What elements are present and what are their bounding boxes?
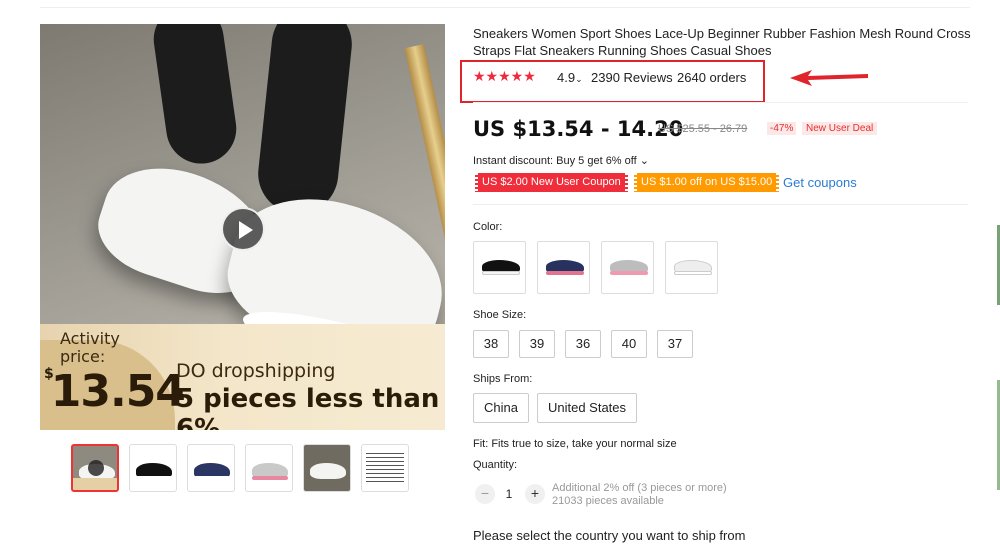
fit-info: Fit: Fits true to size, take your normal… bbox=[473, 438, 677, 450]
get-coupons-link[interactable]: Get coupons bbox=[783, 175, 857, 190]
thumbnail-size-chart[interactable] bbox=[361, 444, 409, 492]
price-range: US $13.54 - 14.20 bbox=[473, 117, 684, 141]
divider bbox=[473, 102, 968, 103]
promo-line-1: DO dropshipping bbox=[176, 360, 336, 382]
color-swatch-sole bbox=[674, 271, 712, 275]
red-arrow-icon bbox=[790, 70, 868, 86]
star-rating-icon[interactable]: ★★★★★ bbox=[473, 68, 536, 85]
play-icon[interactable] bbox=[221, 207, 265, 251]
chevron-down-icon: ⌄ bbox=[575, 74, 583, 84]
quantity-value[interactable]: 1 bbox=[503, 487, 515, 501]
thumbnail-sole bbox=[194, 476, 230, 480]
size-option[interactable]: 38 bbox=[473, 330, 509, 358]
original-price: US $25.55 - 26.79 bbox=[658, 123, 748, 135]
activity-price: $13.54 bbox=[44, 366, 186, 417]
quantity-increase-button[interactable]: + bbox=[525, 484, 545, 504]
rating-number: 4.9 bbox=[557, 70, 576, 85]
activity-label: Activity price: bbox=[60, 329, 120, 366]
color-swatch-sole bbox=[610, 271, 648, 275]
ships-from-china[interactable]: China bbox=[473, 393, 529, 423]
thumbnail-shoe bbox=[310, 463, 346, 479]
ship-country-message: Please select the country you want to sh… bbox=[473, 528, 746, 543]
size-option[interactable]: 40 bbox=[611, 330, 647, 358]
new-user-coupon[interactable]: US $2.00 New User Coupon bbox=[475, 173, 628, 192]
shoe-size-label: Shoe Size: bbox=[473, 309, 527, 321]
gold-ribbon bbox=[404, 44, 445, 244]
store-coupon[interactable]: US $1.00 off on US $15.00 bbox=[634, 173, 780, 192]
rating-value[interactable]: 4.9⌄ bbox=[557, 70, 583, 85]
thumbnail-white-worn[interactable] bbox=[303, 444, 351, 492]
size-options: 38 39 36 40 37 bbox=[473, 330, 693, 358]
color-option-grey-pink[interactable] bbox=[601, 241, 654, 294]
ships-from-options: China United States bbox=[473, 393, 638, 423]
top-divider bbox=[40, 0, 970, 8]
discount-badge: -47% bbox=[767, 122, 797, 135]
color-options bbox=[473, 241, 718, 294]
activity-banner: Activity price: $13.54 DO dropshipping 5… bbox=[40, 324, 445, 430]
thumbnail-grey-pink[interactable] bbox=[245, 444, 293, 492]
size-option[interactable]: 36 bbox=[565, 330, 601, 358]
quantity-decrease-button[interactable]: − bbox=[475, 484, 495, 504]
mini-play-icon bbox=[88, 460, 104, 476]
activity-price-value: 13.54 bbox=[50, 366, 186, 417]
color-option-navy[interactable] bbox=[537, 241, 590, 294]
model-leg-left bbox=[149, 24, 241, 169]
promo-line-2: 5 pieces less than 6% bbox=[176, 384, 440, 430]
thumbnail-sole bbox=[136, 476, 172, 480]
thumbnail-black[interactable] bbox=[129, 444, 177, 492]
size-option[interactable]: 37 bbox=[657, 330, 693, 358]
quantity-note: Additional 2% off (3 pieces or more) 210… bbox=[552, 482, 727, 508]
thumbnail-navy[interactable] bbox=[187, 444, 235, 492]
main-product-image[interactable]: Activity price: $13.54 DO dropshipping 5… bbox=[40, 24, 445, 430]
color-option-black[interactable] bbox=[473, 241, 526, 294]
instant-discount-dropdown[interactable]: Instant discount: Buy 5 get 6% off ⌄ bbox=[473, 154, 649, 167]
additional-discount-text: Additional 2% off (3 pieces or more) bbox=[552, 482, 727, 494]
thumbnail-strip bbox=[71, 444, 409, 492]
stock-available-text: 21033 pieces available bbox=[552, 495, 664, 507]
orders-count: 2640 orders bbox=[677, 70, 747, 85]
thumbnail-sole bbox=[252, 476, 288, 480]
new-user-deal-badge: New User Deal bbox=[802, 122, 878, 135]
color-swatch-sole bbox=[546, 271, 584, 275]
thumbnail-video[interactable] bbox=[71, 444, 119, 492]
color-option-white[interactable] bbox=[665, 241, 718, 294]
quantity-label: Quantity: bbox=[473, 459, 518, 471]
size-chart-image bbox=[366, 453, 404, 483]
ships-from-label: Ships From: bbox=[473, 373, 533, 385]
reviews-link[interactable]: 2390 Reviews bbox=[591, 70, 673, 85]
size-option[interactable]: 39 bbox=[519, 330, 555, 358]
thumbnail-banner bbox=[73, 478, 117, 490]
model-leg-right bbox=[254, 24, 356, 218]
product-title: Sneakers Women Sport Shoes Lace-Up Begin… bbox=[473, 26, 971, 58]
ships-from-united-states[interactable]: United States bbox=[536, 393, 638, 423]
divider bbox=[473, 204, 968, 205]
color-swatch-sole bbox=[482, 271, 520, 275]
color-label: Color: bbox=[473, 221, 503, 233]
